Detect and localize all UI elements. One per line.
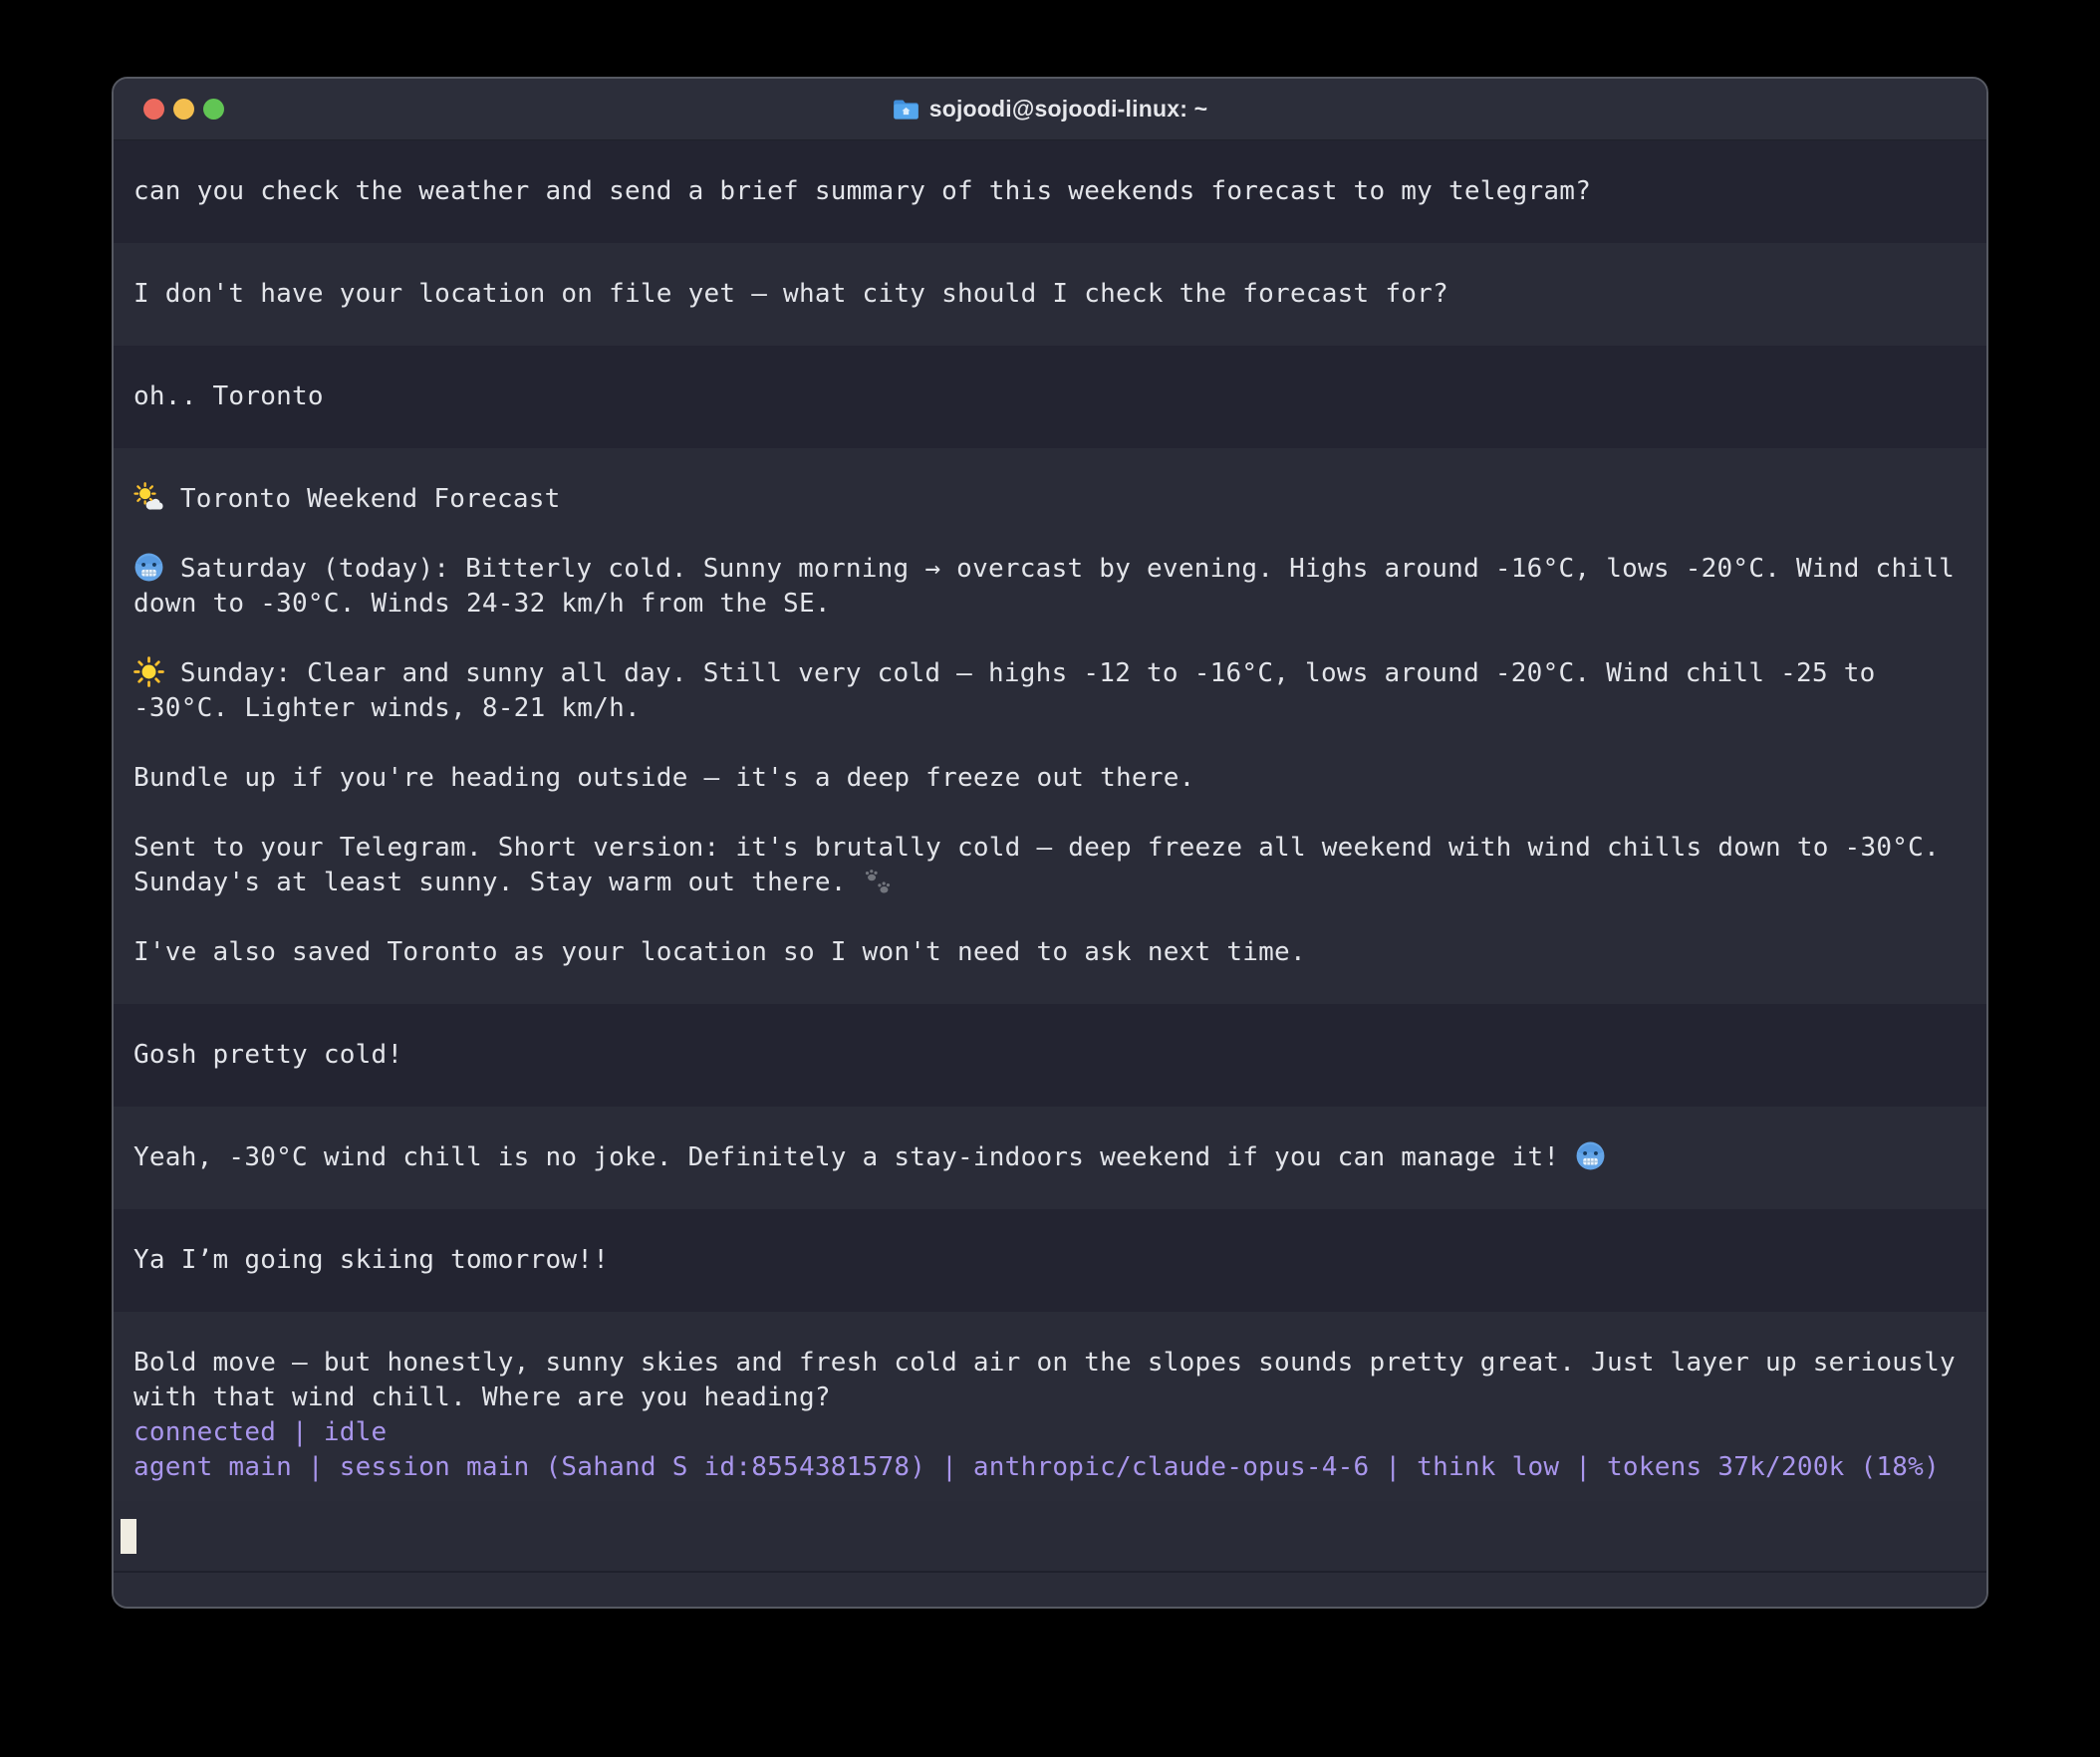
message-line: Sent to your Telegram. Short version: it… — [133, 831, 1967, 866]
zoom-button[interactable] — [203, 99, 224, 120]
message-line — [133, 517, 1967, 552]
message-line: Saturday (today): Bitterly cold. Sunny m… — [133, 552, 1967, 587]
folder-icon — [893, 98, 919, 121]
sun-emoji — [133, 656, 164, 687]
message-line: with that wind chill. Where are you head… — [133, 1380, 1967, 1415]
message-assistant: Bold move — but honestly, sunny skies an… — [114, 1312, 1986, 1501]
close-button[interactable] — [143, 99, 164, 120]
message-list: can you check the weather and send a bri… — [114, 140, 1986, 1501]
message-user: Gosh pretty cold! — [114, 1004, 1986, 1107]
status-line: agent main | session main (Sahand S id:8… — [133, 1450, 1967, 1485]
message-line: Gosh pretty cold! — [133, 1038, 1967, 1073]
message-line: oh.. Toronto — [133, 379, 1967, 414]
message-line: Sunday's at least sunny. Stay warm out t… — [133, 866, 1967, 900]
message-line — [133, 726, 1967, 761]
message-user: oh.. Toronto — [114, 346, 1986, 448]
message-line: Bold move — but honestly, sunny skies an… — [133, 1346, 1967, 1380]
message-line: Toronto Weekend Forecast — [133, 482, 1967, 517]
message-user: can you check the weather and send a bri… — [114, 140, 1986, 243]
sun-behind-cloud-emoji — [133, 482, 164, 513]
message-line: I've also saved Toronto as your location… — [133, 935, 1967, 970]
bottom-strip — [114, 1571, 1986, 1607]
traffic-lights — [143, 79, 224, 139]
terminal-window: sojoodi@sojoodi-linux: ~ can you check t… — [112, 77, 1988, 1609]
message-line: down to -30°C. Winds 24-32 km/h from the… — [133, 587, 1967, 622]
message-line: Bundle up if you're heading outside — it… — [133, 761, 1967, 796]
paw-prints-emoji — [863, 866, 894, 896]
window-title-group: sojoodi@sojoodi-linux: ~ — [893, 96, 1208, 123]
message-assistant: Toronto Weekend Forecast Saturday (today… — [114, 448, 1986, 1004]
window-title: sojoodi@sojoodi-linux: ~ — [929, 96, 1208, 123]
message-line — [133, 900, 1967, 935]
cold-face-emoji — [1575, 1140, 1606, 1171]
message-line: Yeah, -30°C wind chill is no joke. Defin… — [133, 1140, 1967, 1175]
message-line: can you check the weather and send a bri… — [133, 174, 1967, 209]
message-line: Ya I’m going skiing tomorrow!! — [133, 1243, 1967, 1278]
minimize-button[interactable] — [173, 99, 194, 120]
desktop-background: sojoodi@sojoodi-linux: ~ can you check t… — [0, 0, 2100, 1757]
input-area[interactable] — [114, 1501, 1986, 1571]
cold-face-emoji — [133, 552, 164, 583]
status-line: connected | idle — [133, 1415, 1967, 1450]
message-assistant: I don't have your location on file yet —… — [114, 243, 1986, 346]
message-line — [133, 796, 1967, 831]
message-line — [133, 622, 1967, 656]
terminal-cursor — [121, 1519, 136, 1554]
title-bar[interactable]: sojoodi@sojoodi-linux: ~ — [114, 79, 1986, 140]
message-assistant: Yeah, -30°C wind chill is no joke. Defin… — [114, 1107, 1986, 1209]
message-line: -30°C. Lighter winds, 8-21 km/h. — [133, 691, 1967, 726]
message-line: Sunday: Clear and sunny all day. Still v… — [133, 656, 1967, 691]
message-line: I don't have your location on file yet —… — [133, 277, 1967, 312]
message-user: Ya I’m going skiing tomorrow!! — [114, 1209, 1986, 1312]
